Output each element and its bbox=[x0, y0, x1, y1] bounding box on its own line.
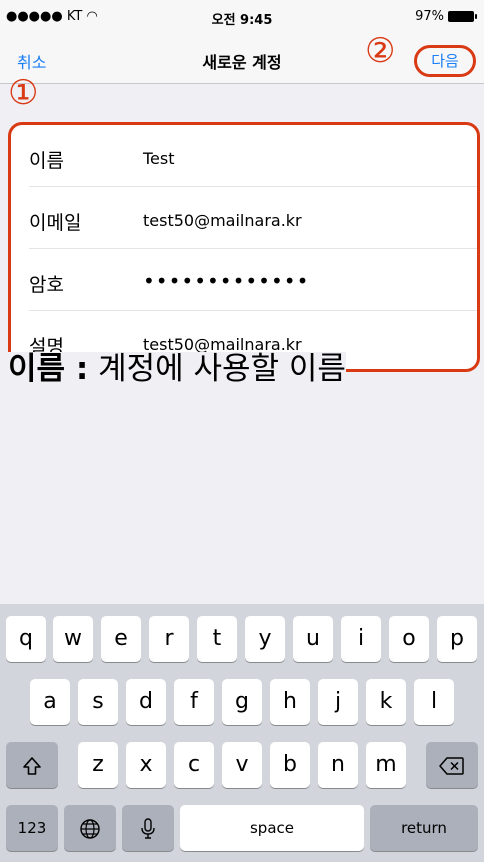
key-w[interactable]: w bbox=[53, 616, 93, 662]
delete-icon bbox=[439, 756, 464, 775]
form-row-name[interactable]: 이름 Test bbox=[29, 125, 477, 187]
key-u[interactable]: u bbox=[293, 616, 333, 662]
key-p[interactable]: p bbox=[437, 616, 477, 662]
name-field[interactable]: Test bbox=[143, 149, 175, 168]
nav-bar: 취소 새로운 계정 다음 bbox=[0, 40, 484, 84]
globe-key[interactable] bbox=[64, 805, 116, 851]
key-v[interactable]: v bbox=[222, 742, 262, 788]
battery-indicator: 97% bbox=[415, 9, 477, 24]
password-field[interactable]: ••••••••••••• bbox=[143, 269, 309, 293]
next-button[interactable]: 다음 bbox=[414, 45, 476, 77]
email-label: 이메일 bbox=[29, 212, 82, 234]
key-j[interactable]: j bbox=[318, 679, 358, 725]
battery-icon bbox=[448, 11, 477, 22]
key-z[interactable]: z bbox=[78, 742, 118, 788]
account-form: 이름 Test 이메일 test50@mailnara.kr 암호 ••••••… bbox=[8, 122, 480, 372]
caption-strong: 이름 : bbox=[8, 351, 89, 387]
key-y[interactable]: y bbox=[245, 616, 285, 662]
name-label: 이름 bbox=[29, 150, 64, 172]
email-field[interactable]: test50@mailnara.kr bbox=[143, 211, 302, 230]
key-b[interactable]: b bbox=[270, 742, 310, 788]
password-label: 암호 bbox=[29, 274, 64, 296]
key-r[interactable]: r bbox=[149, 616, 189, 662]
form-row-email[interactable]: 이메일 test50@mailnara.kr bbox=[29, 187, 477, 249]
key-k[interactable]: k bbox=[366, 679, 406, 725]
battery-percent: 97% bbox=[415, 9, 444, 24]
delete-key[interactable] bbox=[426, 742, 478, 788]
step-1-marker: ① bbox=[8, 73, 39, 113]
status-bar: ●●●●● KT ◠ 오전 9:45 97% bbox=[0, 0, 484, 40]
key-m[interactable]: m bbox=[366, 742, 406, 788]
keyboard: q w e r t y u i o p a s d f g h j k l z … bbox=[0, 604, 484, 862]
key-q[interactable]: q bbox=[6, 616, 46, 662]
key-o[interactable]: o bbox=[389, 616, 429, 662]
key-l[interactable]: l bbox=[414, 679, 454, 725]
key-a[interactable]: a bbox=[30, 679, 70, 725]
key-e[interactable]: e bbox=[101, 616, 141, 662]
key-s[interactable]: s bbox=[78, 679, 118, 725]
microphone-icon bbox=[141, 817, 155, 839]
space-key[interactable]: space bbox=[180, 805, 364, 851]
shift-icon bbox=[23, 756, 41, 775]
key-i[interactable]: i bbox=[341, 616, 381, 662]
key-c[interactable]: c bbox=[174, 742, 214, 788]
step-2-marker: ② bbox=[365, 31, 396, 71]
caption-text: 계정에 사용할 이름 bbox=[88, 351, 346, 387]
caption: 이름 : 계정에 사용할 이름 bbox=[8, 351, 346, 388]
key-h[interactable]: h bbox=[270, 679, 310, 725]
shift-key[interactable] bbox=[6, 742, 58, 788]
page-title: 새로운 계정 bbox=[202, 53, 282, 72]
key-g[interactable]: g bbox=[222, 679, 262, 725]
status-time: 오전 9:45 bbox=[211, 13, 273, 28]
numbers-key[interactable]: 123 bbox=[6, 805, 58, 851]
key-d[interactable]: d bbox=[126, 679, 166, 725]
return-key[interactable]: return bbox=[370, 805, 478, 851]
key-t[interactable]: t bbox=[197, 616, 237, 662]
microphone-key[interactable] bbox=[122, 805, 174, 851]
key-x[interactable]: x bbox=[126, 742, 166, 788]
globe-icon bbox=[80, 818, 100, 839]
key-f[interactable]: f bbox=[174, 679, 214, 725]
key-n[interactable]: n bbox=[318, 742, 358, 788]
form-row-password[interactable]: 암호 ••••••••••••• bbox=[29, 249, 477, 311]
